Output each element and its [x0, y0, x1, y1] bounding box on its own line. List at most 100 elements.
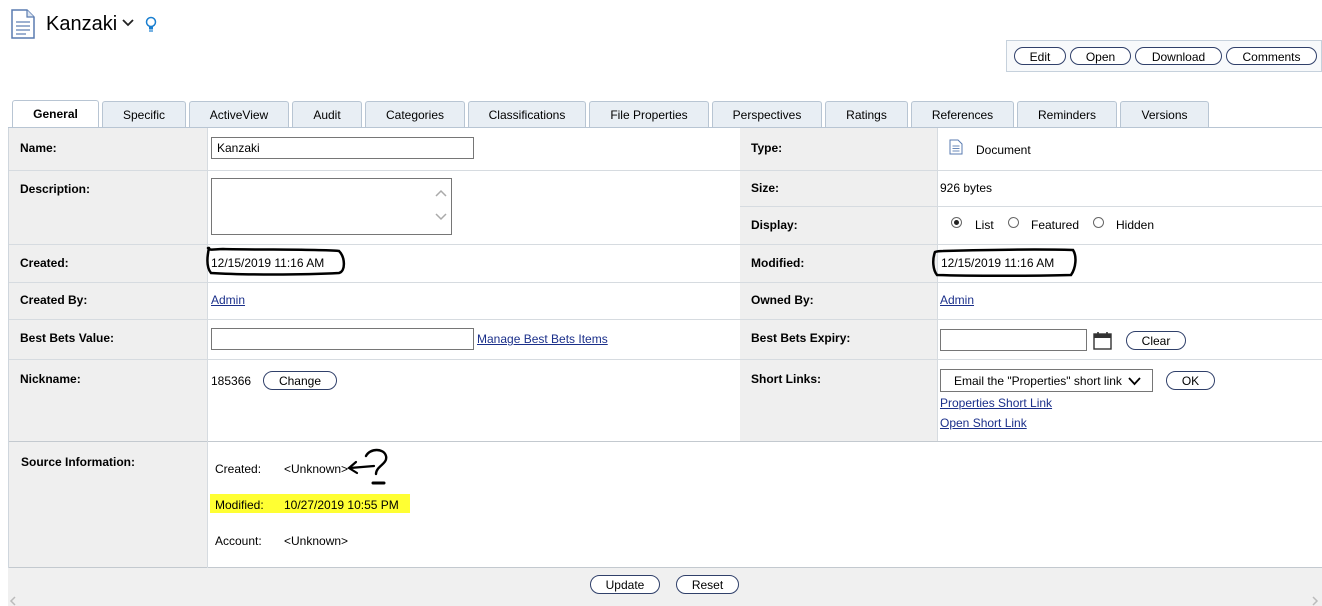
best-bets-expiry-input[interactable] [940, 329, 1087, 351]
nickname-label: Nickname: [20, 372, 81, 386]
tab-categories[interactable]: Categories [365, 101, 465, 128]
tab-perspectives[interactable]: Perspectives [712, 101, 822, 128]
size-label: Size: [751, 181, 780, 195]
row-divider [740, 206, 1322, 207]
tab-file-properties[interactable]: File Properties [589, 101, 709, 128]
owned-by-label-cell: Owned By: [740, 282, 937, 319]
download-button[interactable]: Download [1135, 47, 1222, 65]
calendar-icon[interactable] [1093, 331, 1112, 350]
best-bets-expiry-label-cell: Best Bets Expiry: [740, 319, 937, 359]
source-account-value: <Unknown> [284, 534, 349, 548]
tab-bar: General Specific ActiveView Audit Catego… [0, 100, 1322, 128]
source-created-value: <Unknown> [284, 462, 349, 476]
column-divider [207, 128, 208, 568]
source-label-cell: Source Information: [9, 441, 207, 568]
display-featured-label: Featured [1031, 218, 1080, 232]
row-divider [9, 282, 1322, 283]
best-bets-label-cell: Best Bets Value: [9, 319, 207, 359]
size-label-cell: Size: [740, 170, 937, 206]
row-divider [9, 170, 1322, 171]
tab-ratings[interactable]: Ratings [825, 101, 908, 128]
best-bets-input[interactable] [211, 328, 474, 350]
tab-general[interactable]: General [12, 100, 99, 128]
display-hidden-radio[interactable] [1093, 217, 1104, 228]
header: Kanzaki Edit Open Download Comments [0, 0, 1322, 95]
row-divider [9, 359, 1322, 360]
lightbulb-icon[interactable] [144, 16, 158, 32]
open-button[interactable]: Open [1070, 47, 1131, 65]
tab-specific[interactable]: Specific [102, 101, 186, 128]
question-mark-annotation [347, 448, 388, 485]
footer-bar [8, 568, 1322, 606]
short-links-ok-button[interactable]: OK [1166, 371, 1215, 390]
source-modified-value: 10/27/2019 10:55 PM [284, 498, 399, 512]
scroll-left-icon[interactable] [8, 596, 18, 606]
column-divider [937, 128, 938, 441]
short-links-label: Short Links: [751, 372, 822, 386]
source-account-label: Account: [215, 534, 262, 548]
source-created-label: Created: [215, 462, 262, 476]
display-label-cell: Display: [740, 207, 937, 244]
page-title: Kanzaki [46, 13, 118, 35]
short-links-select[interactable]: Email the "Properties" short link [940, 369, 1153, 392]
type-label-cell: Type: [740, 128, 937, 170]
properties-short-link[interactable]: Properties Short Link [940, 396, 1052, 410]
manage-best-bets-link[interactable]: Manage Best Bets Items [477, 332, 608, 346]
display-label: Display: [751, 218, 798, 232]
tab-versions[interactable]: Versions [1120, 101, 1209, 128]
description-label-cell: Description: [9, 170, 207, 244]
description-label: Description: [20, 182, 91, 196]
created-label-cell: Created: [9, 244, 207, 282]
type-value: Document [976, 143, 1031, 157]
short-links-label-cell: Short Links: [740, 359, 937, 441]
name-label: Name: [20, 141, 57, 155]
display-list-label: List [975, 218, 994, 232]
chevron-down-icon[interactable] [121, 16, 135, 30]
clear-button[interactable]: Clear [1126, 331, 1186, 350]
created-label: Created: [20, 256, 69, 270]
best-bets-expiry-label: Best Bets Expiry: [751, 331, 851, 345]
action-toolbar: Edit Open Download Comments [1006, 40, 1322, 72]
tab-activeview[interactable]: ActiveView [189, 101, 289, 128]
tab-references[interactable]: References [911, 101, 1014, 128]
update-button[interactable]: Update [590, 575, 660, 594]
change-nickname-button[interactable]: Change [263, 371, 337, 390]
row-divider [9, 441, 1322, 442]
tab-reminders[interactable]: Reminders [1017, 101, 1117, 128]
owned-by-label: Owned By: [751, 293, 814, 307]
edit-button[interactable]: Edit [1014, 47, 1066, 65]
name-input[interactable] [211, 137, 474, 159]
tab-audit[interactable]: Audit [292, 101, 362, 128]
created-by-label: Created By: [20, 293, 88, 307]
textarea-scroll-down-icon[interactable] [435, 212, 447, 222]
reset-button[interactable]: Reset [676, 575, 739, 594]
tab-classifications[interactable]: Classifications [468, 101, 586, 128]
nickname-value: 185366 [211, 374, 252, 388]
scroll-right-icon[interactable] [1310, 596, 1320, 606]
display-hidden-label: Hidden [1116, 218, 1155, 232]
created-by-link[interactable]: Admin [211, 293, 245, 307]
chevron-down-icon [1128, 377, 1141, 386]
general-properties-grid: Name: Type: Description: Size: Display: … [8, 128, 1322, 568]
modified-scribble-annotation [932, 248, 1077, 277]
modified-label-cell: Modified: [740, 244, 937, 282]
source-modified-label: Modified: [215, 498, 264, 512]
source-information-label: Source Information: [21, 455, 136, 469]
type-document-icon [949, 139, 963, 155]
type-label: Type: [751, 141, 783, 155]
open-short-link[interactable]: Open Short Link [940, 416, 1027, 430]
created-by-label-cell: Created By: [9, 282, 207, 319]
display-list-radio[interactable] [951, 217, 962, 228]
display-featured-radio[interactable] [1008, 217, 1019, 228]
size-value: 926 bytes [940, 181, 993, 195]
comments-button[interactable]: Comments [1226, 47, 1317, 65]
best-bets-label: Best Bets Value: [20, 331, 115, 345]
document-icon [11, 9, 35, 39]
short-links-select-value: Email the "Properties" short link [954, 374, 1122, 388]
textarea-scroll-up-icon[interactable] [435, 188, 447, 198]
description-textarea[interactable] [211, 178, 452, 235]
nickname-label-cell: Nickname: [9, 359, 207, 441]
name-label-cell: Name: [9, 128, 207, 170]
created-scribble-annotation [206, 246, 346, 276]
owned-by-link[interactable]: Admin [940, 293, 974, 307]
